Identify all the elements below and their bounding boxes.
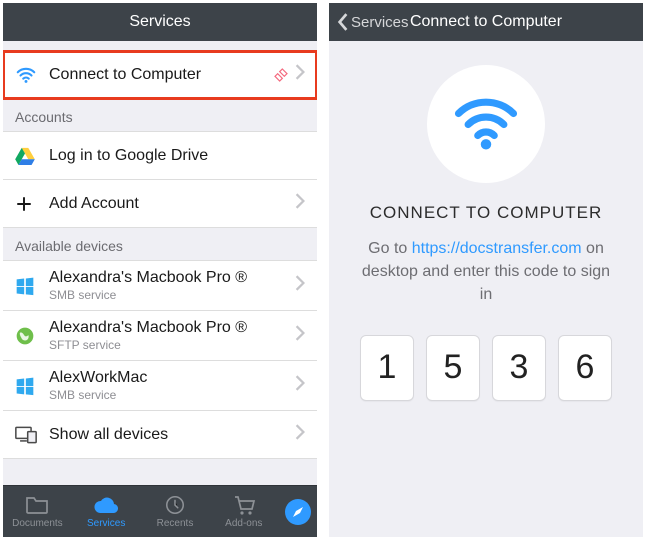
add-account-label: Add Account	[49, 195, 295, 213]
device-service: SMB service	[49, 288, 295, 302]
connect-to-computer-row[interactable]: Connect to Computer	[3, 51, 317, 99]
wifi-badge	[427, 65, 545, 183]
globe-icon	[15, 326, 43, 346]
chevron-right-icon	[295, 193, 305, 214]
chevron-right-icon	[295, 424, 305, 445]
code-digit: 5	[426, 335, 480, 401]
header-title: Connect to Computer	[410, 13, 562, 31]
wifi-icon	[451, 97, 521, 152]
chevron-right-icon	[295, 64, 305, 85]
tab-recents[interactable]: Recents	[145, 494, 205, 529]
device-row[interactable]: AlexWorkMac SMB service	[3, 361, 317, 411]
instruction-text: Go to https://docstransfer.com on deskto…	[361, 237, 611, 307]
chevron-right-icon	[295, 325, 305, 346]
clock-icon	[164, 494, 186, 516]
tab-addons[interactable]: Add-ons	[214, 494, 274, 529]
chevron-right-icon	[295, 275, 305, 296]
tab-label: Documents	[12, 518, 63, 529]
instruction-prefix: Go to	[368, 240, 412, 257]
transfer-url-link[interactable]: https://docstransfer.com	[412, 240, 582, 257]
header: Services	[3, 3, 317, 41]
show-all-devices-row[interactable]: Show all devices	[3, 411, 317, 459]
folder-icon	[25, 494, 49, 516]
accounts-section-header: Accounts	[3, 99, 317, 132]
wifi-icon	[15, 64, 43, 86]
code-digit: 3	[492, 335, 546, 401]
tab-documents[interactable]: Documents	[7, 494, 67, 529]
windows-icon	[15, 376, 43, 396]
google-drive-label: Log in to Google Drive	[49, 147, 305, 165]
link-icon	[273, 67, 289, 83]
code-digit: 1	[360, 335, 414, 401]
tab-label: Services	[87, 518, 125, 529]
show-all-label: Show all devices	[49, 426, 295, 444]
tab-compass[interactable]	[283, 501, 313, 523]
add-account-row[interactable]: Add Account	[3, 180, 317, 228]
connect-label: Connect to Computer	[49, 66, 273, 84]
device-name: AlexWorkMac	[49, 369, 295, 387]
header: Services Connect to Computer	[329, 3, 643, 41]
chevron-left-icon	[337, 13, 349, 31]
back-label: Services	[351, 14, 409, 31]
compass-icon	[283, 501, 313, 523]
devices-section-header: Available devices	[3, 228, 317, 261]
connect-heading: Connect to Computer	[370, 203, 602, 223]
cart-icon	[232, 494, 256, 516]
connect-screen: Services Connect to Computer Connect to …	[329, 3, 643, 537]
device-service: SFTP service	[49, 338, 295, 352]
google-drive-icon	[15, 147, 43, 165]
tab-label: Add-ons	[225, 518, 262, 529]
google-drive-row[interactable]: Log in to Google Drive	[3, 132, 317, 180]
cloud-icon	[93, 494, 119, 516]
services-screen: Services Connect to Computer Accounts Lo…	[3, 3, 317, 537]
tab-services[interactable]: Services	[76, 494, 136, 529]
code-digit: 6	[558, 335, 612, 401]
windows-icon	[15, 276, 43, 296]
device-name: Alexandra's Macbook Pro ®	[49, 269, 295, 287]
device-service: SMB service	[49, 388, 295, 402]
device-row[interactable]: Alexandra's Macbook Pro ® SMB service	[3, 261, 317, 311]
plus-icon	[15, 195, 43, 213]
code-row: 1 5 3 6	[360, 335, 612, 401]
device-row[interactable]: Alexandra's Macbook Pro ® SFTP service	[3, 311, 317, 361]
device-name: Alexandra's Macbook Pro ®	[49, 319, 295, 337]
chevron-right-icon	[295, 375, 305, 396]
connect-content: Connect to Computer Go to https://docstr…	[329, 41, 643, 537]
tab-label: Recents	[157, 518, 194, 529]
header-title: Services	[129, 13, 190, 31]
devices-icon	[15, 426, 43, 444]
back-button[interactable]: Services	[337, 13, 409, 31]
tab-bar: Documents Services Recents Add-ons	[3, 485, 317, 537]
